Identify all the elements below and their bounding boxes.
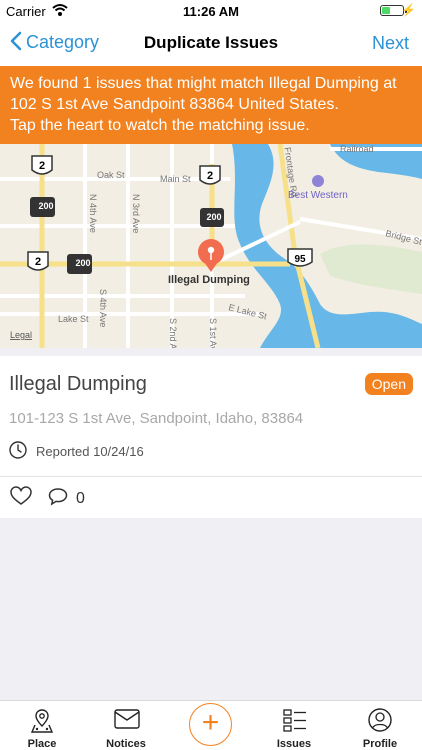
issue-address: 101-123 S 1st Ave, Sandpoint, Idaho, 838… xyxy=(9,410,304,427)
back-label: Category xyxy=(26,31,100,52)
svg-text:200: 200 xyxy=(38,201,53,211)
tab-notices[interactable]: Notices xyxy=(84,701,168,750)
add-issue-button[interactable]: + xyxy=(189,703,232,746)
tab-place[interactable]: Place xyxy=(0,701,84,750)
route-2-shield-2: 2 xyxy=(199,165,221,185)
street-s1st: S 1st Ave xyxy=(208,318,218,348)
route-95-shield: 95 xyxy=(287,248,313,267)
svg-text:Best Western: Best Western xyxy=(288,190,348,201)
nav-bar: Category Duplicate Issues Next xyxy=(0,22,422,66)
chevron-left-icon xyxy=(10,31,22,53)
street-n4th: N 4th Ave xyxy=(88,194,98,233)
tab-profile[interactable]: Profile xyxy=(338,701,422,750)
duplicate-warning-banner: We found 1 issues that might match Illeg… xyxy=(0,66,422,144)
street-railroad: Railroad xyxy=(340,144,374,154)
banner-line-3: Tap the heart to watch the matching issu… xyxy=(10,117,310,134)
divider xyxy=(0,476,422,477)
legal-link[interactable]: Legal xyxy=(10,330,32,340)
next-button[interactable]: Next xyxy=(372,33,409,54)
reported-date: Reported 10/24/16 xyxy=(36,444,144,459)
clock-icon xyxy=(9,441,27,462)
route-200-shield-3: 200 xyxy=(67,254,92,274)
status-bar: Carrier 11:26 AM ⚡ xyxy=(0,0,422,22)
map-view[interactable]: Oak St Main St Lake St E Lake St Bridge … xyxy=(0,144,422,348)
tab-label: Profile xyxy=(362,738,398,750)
street-main: Main St xyxy=(160,174,191,184)
issue-title: Illegal Dumping xyxy=(9,373,147,395)
issue-card[interactable]: Illegal Dumping Open 101-123 S 1st Ave, … xyxy=(0,356,422,518)
svg-text:95: 95 xyxy=(294,254,306,265)
svg-text:200: 200 xyxy=(75,258,90,268)
street-n3rd: N 3rd Ave xyxy=(131,194,141,233)
tab-issues[interactable]: Issues xyxy=(252,701,336,750)
banner-line-1: We found 1 issues that might match Illeg… xyxy=(10,75,397,92)
back-button[interactable]: Category xyxy=(10,31,99,53)
svg-text:2: 2 xyxy=(39,160,45,172)
reported-row: Reported 10/24/16 xyxy=(9,441,144,462)
issues-icon xyxy=(282,708,308,739)
place-icon xyxy=(30,708,54,739)
route-2-shield-3: 2 xyxy=(27,251,49,271)
tab-label: Notices xyxy=(106,738,146,750)
route-2-shield-1: 2 xyxy=(31,155,53,175)
heart-icon[interactable] xyxy=(10,486,32,511)
charging-icon: ⚡ xyxy=(401,3,416,17)
banner-line-2: 102 S 1st Ave Sandpoint 83864 United Sta… xyxy=(10,96,339,113)
street-lake: Lake St xyxy=(58,314,89,324)
tab-label: Place xyxy=(27,738,57,750)
status-badge: Open xyxy=(364,373,413,395)
street-s2nd: S 2nd Ave xyxy=(168,318,178,348)
street-s4th: S 4th Ave xyxy=(98,289,108,327)
status-time: 11:26 AM xyxy=(183,4,239,19)
pin-label: Illegal Dumping xyxy=(168,274,250,286)
issue-actions: 0 xyxy=(10,486,85,511)
profile-icon xyxy=(368,708,392,737)
route-200-shield-2: 200 xyxy=(200,208,224,227)
svg-text:200: 200 xyxy=(206,212,221,222)
svg-text:2: 2 xyxy=(35,256,41,268)
comment-count: 0 xyxy=(76,489,85,507)
street-oak: Oak St xyxy=(97,170,125,180)
route-200-shield-1: 200 xyxy=(30,197,55,217)
svg-text:2: 2 xyxy=(207,170,213,182)
notices-icon xyxy=(114,708,140,735)
comment-icon[interactable] xyxy=(48,487,68,511)
tab-label: Issues xyxy=(276,738,312,750)
